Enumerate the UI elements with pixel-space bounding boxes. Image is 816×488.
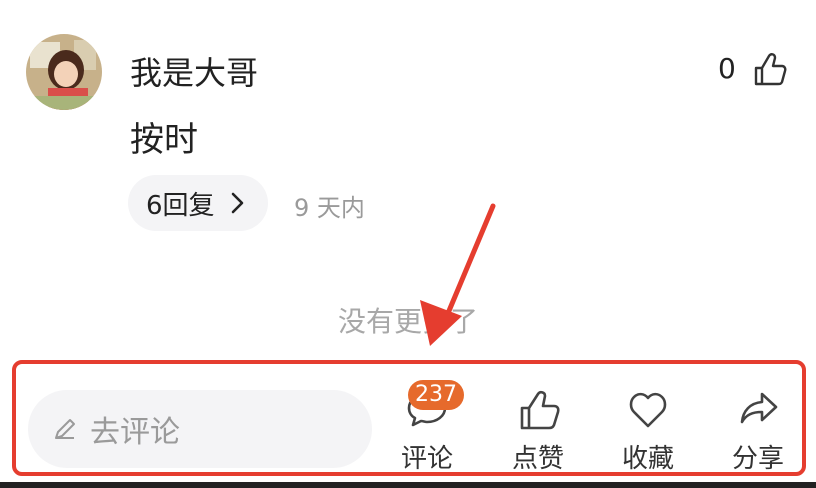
comment-text: 按时 (130, 120, 198, 160)
thumbs-up-icon (520, 390, 560, 430)
share-icon (740, 392, 778, 424)
share-button[interactable]: 分享 (723, 386, 793, 476)
favorite-button-label: 收藏 (621, 444, 674, 474)
comment-button-label: 评论 (400, 444, 453, 474)
comment-input[interactable]: 去评论 (28, 390, 372, 468)
like-button-label: 点赞 (511, 444, 564, 474)
username[interactable]: 我是大哥 (130, 48, 258, 94)
favorite-button[interactable]: 收藏 (613, 386, 683, 476)
avatar[interactable] (26, 34, 102, 110)
bottom-action-bar: 去评论 评论 点赞 收藏 分享 (0, 356, 816, 488)
like-button[interactable]: 点赞 (503, 386, 573, 476)
heart-icon (629, 392, 667, 428)
no-more-notice: 没有更多了 (337, 305, 478, 338)
replies-button[interactable]: 6回复 (128, 175, 268, 231)
comment-input-placeholder: 去评论 (90, 415, 180, 450)
comment-item: 我是大哥 0 按时 6回复 9 天内 (0, 0, 816, 250)
like-count: 0 (718, 52, 736, 85)
comment-time: 9 天内 (294, 194, 365, 222)
replies-label: 6回复 (146, 190, 215, 221)
share-button-label: 分享 (731, 444, 784, 474)
thumbs-up-icon[interactable] (748, 50, 788, 90)
bottom-divider (0, 482, 816, 488)
comment-count-badge: 237 (408, 380, 464, 410)
pen-icon (55, 419, 75, 439)
chevron-right-icon (231, 192, 243, 214)
